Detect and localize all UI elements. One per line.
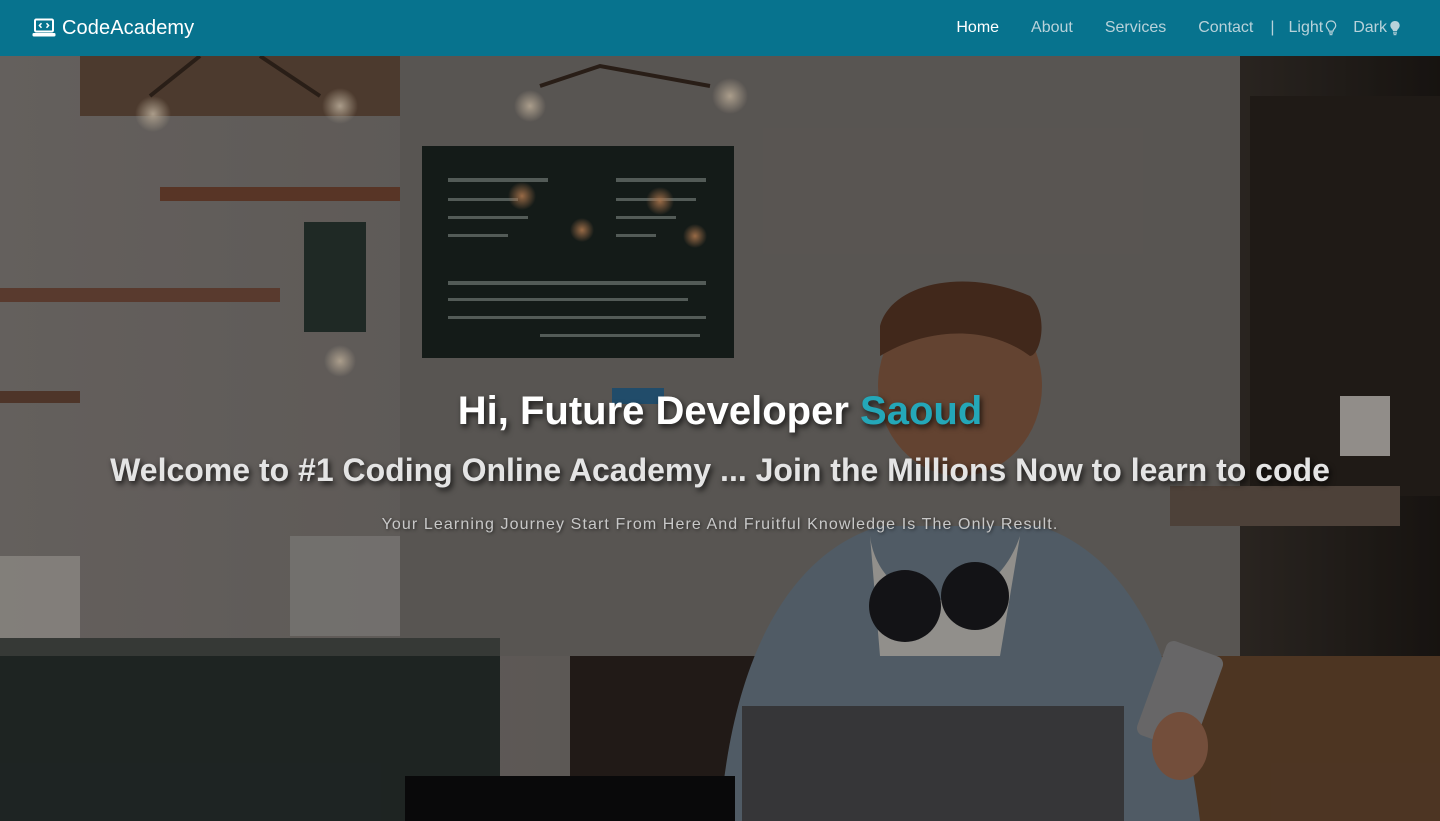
hero-tagline: Your Learning Journey Start From Here An… [381,516,1059,533]
nav-link-services[interactable]: Services [1105,19,1166,37]
nav-links: Home About Services Contact | Light Dark [924,19,1408,37]
hero-overlay [0,56,1440,821]
nav-link-home[interactable]: Home [956,19,999,37]
brand-logo[interactable]: CodeAcademy [32,17,194,40]
hero-user-name: Saoud [860,389,983,433]
theme-dark-label: Dark [1353,19,1387,36]
navbar: CodeAcademy Home About Services Contact … [0,0,1440,56]
brand-name: CodeAcademy [62,16,195,39]
nav-link-about[interactable]: About [1031,19,1073,37]
laptop-code-icon [32,18,56,37]
hero-title-prefix: Hi, Future Developer [457,389,849,433]
hero-section: Hi, Future Developer Saoud Welcome to #1… [0,56,1440,821]
theme-light-button[interactable]: Light [1289,19,1338,37]
nav-link-contact[interactable]: Contact [1198,19,1253,37]
lightbulb-filled-icon [1390,21,1400,36]
hero-subtitle: Welcome to #1 Coding Online Academy ... … [110,452,1330,488]
theme-light-label: Light [1288,19,1324,36]
hero-title: Hi, Future Developer Saoud [0,389,1440,434]
theme-dark-button[interactable]: Dark [1353,19,1401,37]
lightbulb-outline-icon [1325,20,1337,36]
nav-separator: | [1270,19,1275,36]
